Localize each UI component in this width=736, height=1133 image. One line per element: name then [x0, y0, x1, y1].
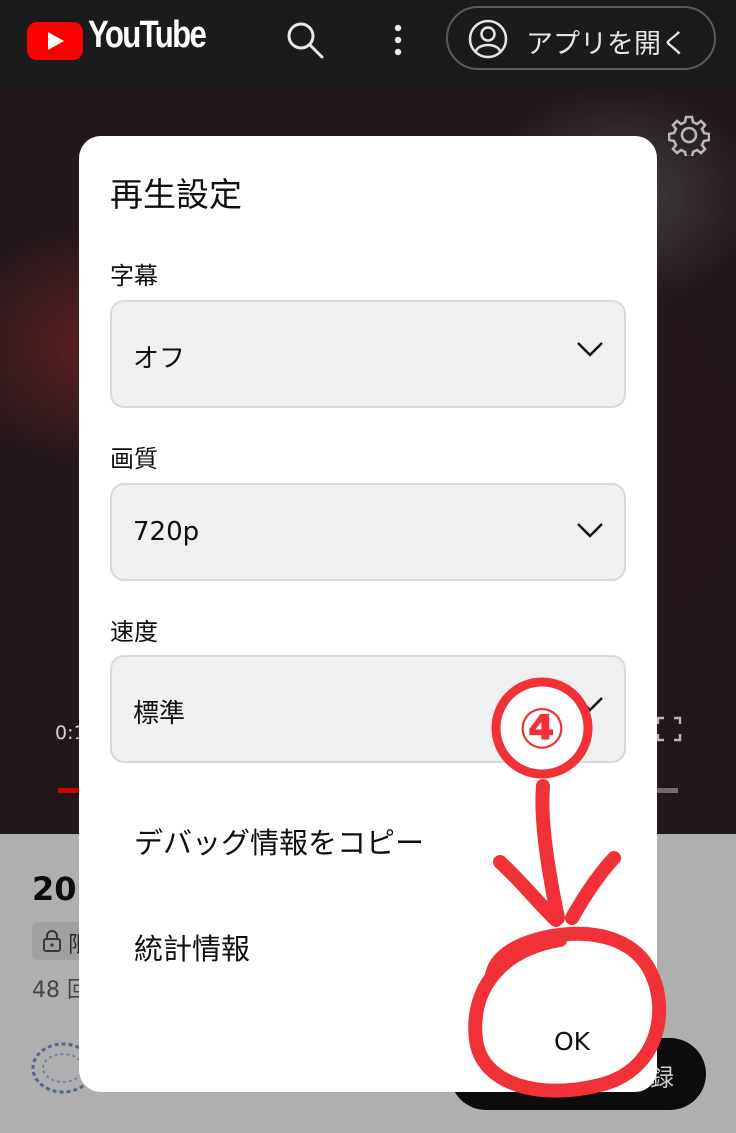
speed-select[interactable]: 標準: [110, 655, 626, 763]
chevron-down-icon: [577, 523, 603, 538]
youtube-wordmark[interactable]: YouTube: [88, 14, 207, 57]
captions-label: 字幕: [110, 262, 158, 290]
quality-select[interactable]: 720p: [110, 483, 626, 581]
open-app-label: アプリを開く: [526, 29, 688, 60]
more-vert-icon[interactable]: [386, 20, 410, 60]
dialog-title: 再生設定: [110, 175, 242, 214]
open-app-button[interactable]: アプリを開く: [446, 6, 716, 70]
stats-for-nerds-item[interactable]: 統計情報: [134, 926, 250, 968]
search-icon[interactable]: [285, 20, 325, 60]
copy-debug-info-item[interactable]: デバッグ情報をコピー: [134, 820, 424, 862]
captions-value: オフ: [133, 344, 186, 374]
speed-label: 速度: [110, 618, 158, 646]
speed-value: 標準: [133, 699, 186, 729]
top-app-bar: YouTube アプリを開く: [0, 0, 736, 86]
quality-value: 720p: [133, 517, 200, 547]
ok-button[interactable]: OK: [537, 1020, 607, 1064]
account-circle-icon: [468, 19, 508, 59]
captions-select[interactable]: オフ: [110, 300, 626, 408]
playback-settings-dialog: 再生設定 字幕 オフ 画質 720p 速度 標準 デバッグ情報をコピー 統計情報…: [79, 136, 657, 1092]
youtube-logo-icon[interactable]: [27, 22, 83, 60]
chevron-down-icon: [577, 342, 603, 357]
quality-label: 画質: [110, 445, 158, 473]
chevron-down-icon: [577, 697, 603, 712]
